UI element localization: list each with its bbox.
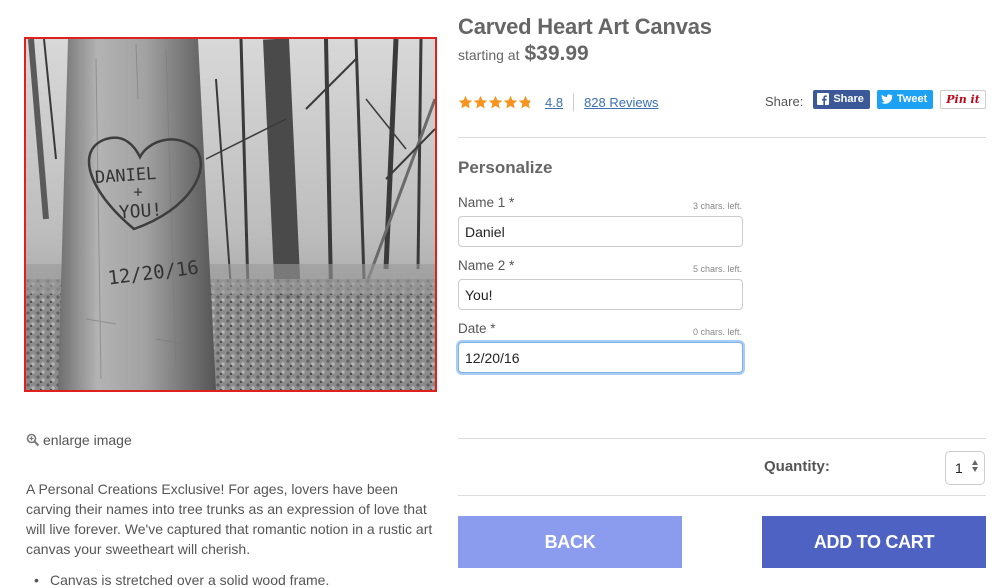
name2-label: Name 2 * bbox=[458, 258, 515, 273]
add-to-cart-button[interactable]: ADD TO CART bbox=[762, 516, 986, 568]
star-icon bbox=[458, 95, 473, 108]
feature-item: Canvas is stretched over a solid wood fr… bbox=[34, 570, 444, 588]
carving-name-1: DANIEL bbox=[94, 164, 157, 188]
zoom-icon bbox=[26, 433, 40, 447]
carving-name-2: YOU! bbox=[118, 200, 163, 224]
carving-plus: + bbox=[133, 183, 142, 201]
name2-chars-left: 5 chars. left. bbox=[692, 264, 742, 274]
rating-separator bbox=[573, 93, 575, 111]
name2-input[interactable] bbox=[458, 279, 743, 310]
enlarge-image-label: enlarge image bbox=[43, 432, 132, 448]
twitter-tweet-label: Tweet bbox=[896, 93, 928, 105]
rating-row: 4.8 828 Reviews bbox=[458, 92, 659, 112]
star-icon bbox=[503, 95, 518, 108]
back-button[interactable]: BACK bbox=[458, 516, 682, 568]
divider-bottom bbox=[458, 495, 986, 496]
name1-input[interactable] bbox=[458, 216, 743, 247]
select-arrows-icon bbox=[972, 460, 978, 472]
facebook-share-button[interactable]: Share bbox=[813, 89, 870, 109]
twitter-icon bbox=[880, 94, 893, 104]
product-description: A Personal Creations Exclusive! For ages… bbox=[26, 481, 433, 557]
quantity-select[interactable]: 1 bbox=[945, 451, 985, 485]
pinterest-pin-label: Pin it bbox=[946, 92, 980, 106]
twitter-tweet-button[interactable]: Tweet bbox=[876, 89, 934, 109]
product-image[interactable]: DANIEL + YOU! 12/20/16 bbox=[24, 37, 437, 392]
price-line: starting at $39.99 bbox=[458, 42, 589, 66]
name1-chars-left: 3 chars. left. bbox=[692, 201, 742, 211]
facebook-share-label: Share bbox=[833, 93, 864, 105]
share-label: Share: bbox=[765, 94, 804, 109]
share-bar: Share: Share Tweet Pin it bbox=[765, 89, 986, 109]
star-icon bbox=[488, 95, 503, 108]
enlarge-image-link[interactable]: enlarge image bbox=[26, 432, 132, 448]
product-price: $39.99 bbox=[524, 42, 589, 65]
divider-top bbox=[458, 137, 986, 138]
quantity-label: Quantity: bbox=[764, 458, 830, 475]
pinterest-pin-button[interactable]: Pin it bbox=[940, 89, 986, 109]
name1-label: Name 1 * bbox=[458, 195, 515, 210]
feature-list: Canvas is stretched over a solid wood fr… bbox=[34, 570, 444, 588]
price-prefix: starting at bbox=[458, 47, 520, 63]
date-label: Date * bbox=[458, 321, 496, 336]
star-icon bbox=[518, 95, 533, 108]
star-icon bbox=[473, 95, 488, 108]
quantity-value: 1 bbox=[955, 460, 963, 476]
personalize-title: Personalize bbox=[458, 158, 553, 177]
reviews-link[interactable]: 828 Reviews bbox=[584, 95, 658, 110]
facebook-icon bbox=[817, 93, 830, 105]
product-title: Carved Heart Art Canvas bbox=[458, 14, 712, 39]
rating-value-link[interactable]: 4.8 bbox=[545, 95, 563, 110]
date-input[interactable] bbox=[458, 342, 743, 373]
date-chars-left: 0 chars. left. bbox=[692, 327, 742, 337]
carved-tree-photo: DANIEL + YOU! 12/20/16 bbox=[26, 39, 435, 390]
divider-middle bbox=[458, 438, 986, 439]
star-rating bbox=[458, 95, 533, 110]
